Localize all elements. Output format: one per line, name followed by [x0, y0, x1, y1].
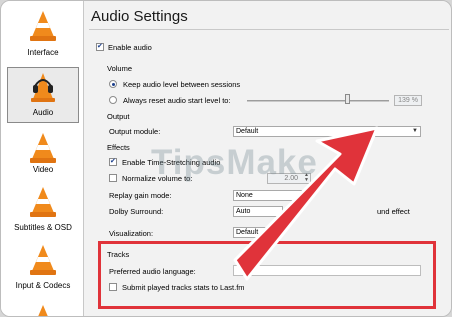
page-title: Audio Settings	[91, 8, 188, 25]
sidebar-item-interface[interactable]: Interface	[7, 5, 79, 61]
vlc-cone-icon	[30, 187, 56, 217]
sidebar-item-label: Video	[32, 165, 54, 174]
replay-gain-select[interactable]: None	[233, 190, 303, 201]
headphone-effect-label: und effect	[377, 207, 410, 216]
sidebar-item-audio[interactable]: Audio	[7, 67, 79, 123]
sidebar-item-input-codecs[interactable]: Input & Codecs	[7, 239, 79, 293]
replay-gain-value: None	[236, 192, 253, 199]
start-level-slider-thumb[interactable]	[345, 94, 350, 104]
vlc-cone-icon	[38, 305, 48, 316]
output-module-value: Default	[236, 128, 259, 135]
reset-level-radio[interactable]	[109, 96, 117, 104]
sidebar-item-subtitles[interactable]: Subtitles & OSD	[7, 183, 79, 237]
vlc-cone-icon	[30, 133, 56, 163]
watermark-logo: TipsMake	[151, 143, 318, 182]
time-stretch-checkbox[interactable]	[109, 157, 117, 166]
tracks-highlight-box	[98, 241, 436, 309]
dolby-surround-value: Auto	[236, 208, 251, 215]
sidebar-item-label: Interface	[27, 48, 59, 57]
vlc-cone-icon	[30, 11, 56, 41]
enable-audio-checkbox[interactable]	[96, 42, 104, 51]
visualization-label: Visualization:	[109, 229, 154, 238]
output-module-select[interactable]: Default ▼	[233, 126, 421, 137]
vlc-cone-icon	[30, 245, 56, 275]
output-module-label: Output module:	[109, 127, 161, 136]
visualization-value: Default	[236, 229, 259, 236]
dolby-surround-label: Dolby Surround:	[109, 207, 164, 216]
sidebar-item-video[interactable]: Video	[7, 129, 79, 179]
sidebar-item-label: Subtitles & OSD	[14, 223, 72, 232]
reset-level-label: Always reset audio start level to:	[123, 96, 231, 105]
sidebar-item-label: Input & Codecs	[15, 281, 71, 290]
replay-gain-label: Replay gain mode:	[109, 191, 172, 200]
preferences-sidebar: Interface Audio Video Subtitles & OSD In…	[1, 1, 84, 316]
volume-section-title: Volume	[107, 64, 133, 73]
visualization-select[interactable]: Default	[233, 227, 273, 238]
dolby-surround-select[interactable]: Auto	[233, 206, 283, 217]
start-level-slider[interactable]	[247, 100, 389, 102]
title-divider	[89, 29, 449, 30]
start-level-value: 139 %	[394, 95, 422, 106]
keep-level-label: Keep audio level between sessions	[123, 80, 241, 89]
headphones-cone-icon	[31, 73, 55, 102]
effects-section-title: Effects	[107, 143, 130, 152]
output-section-title: Output	[107, 112, 130, 121]
keep-level-radio[interactable]	[109, 80, 117, 88]
normalize-checkbox[interactable]	[109, 174, 117, 182]
audio-settings-window: Interface Audio Video Subtitles & OSD In…	[0, 0, 452, 317]
enable-audio-label: Enable audio	[108, 43, 152, 52]
sidebar-item-label: Audio	[32, 108, 54, 117]
chevron-down-icon: ▼	[412, 128, 418, 134]
